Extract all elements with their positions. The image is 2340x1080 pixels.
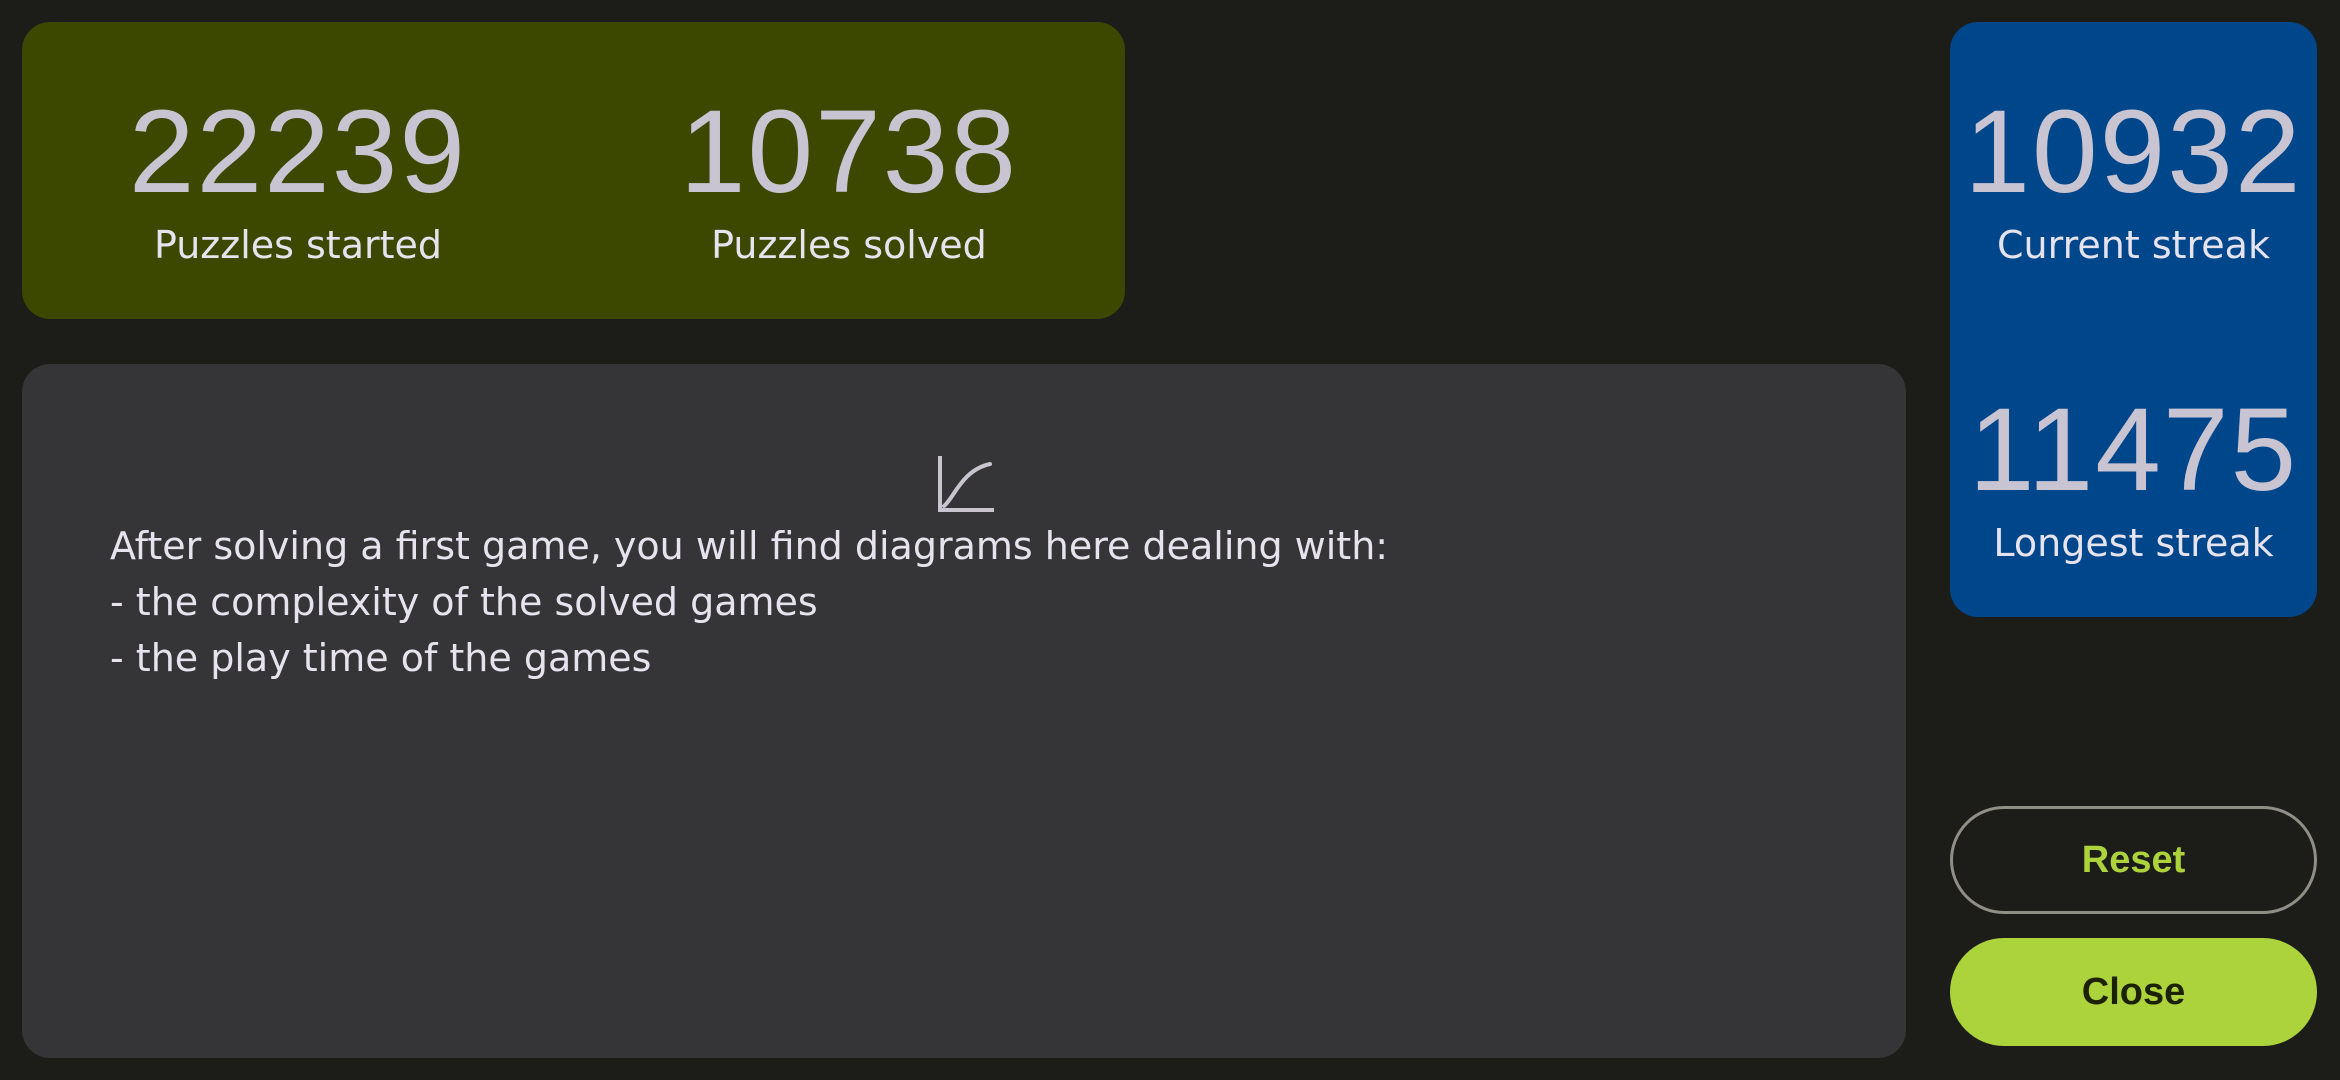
streak-card: 10932 Current streak 11475 Longest strea…: [1950, 22, 2317, 617]
diagram-info-text: After solving a first game, you will fin…: [110, 518, 1810, 686]
diagram-placeholder-card: After solving a first game, you will fin…: [22, 364, 1906, 1058]
info-line: - the play time of the games: [110, 636, 652, 680]
current-streak-value: 10932: [1964, 86, 2303, 218]
puzzles-solved-label: Puzzles solved: [711, 223, 987, 267]
puzzles-started-label: Puzzles started: [153, 223, 443, 267]
longest-streak-value: 11475: [1968, 384, 2299, 516]
puzzles-solved-value: 10738: [679, 86, 1019, 218]
longest-streak-label: Longest streak: [1993, 521, 2274, 565]
info-line: After solving a first game, you will fin…: [110, 524, 1389, 568]
puzzles-solved-stat: 10738 Puzzles solved: [573, 92, 1125, 268]
puzzles-started-value: 22239: [128, 86, 468, 218]
close-button[interactable]: Close: [1950, 938, 2317, 1046]
puzzles-started-stat: 22239 Puzzles started: [22, 92, 574, 268]
chart-icon: [938, 456, 994, 512]
info-line: - the complexity of the solved games: [110, 580, 818, 624]
longest-streak-stat: 11475 Longest streak: [1950, 390, 2317, 566]
current-streak-label: Current streak: [1997, 223, 2270, 267]
reset-button[interactable]: Reset: [1950, 806, 2317, 914]
current-streak-stat: 10932 Current streak: [1950, 92, 2317, 268]
summary-card: 22239 Puzzles started 10738 Puzzles solv…: [22, 22, 1125, 319]
